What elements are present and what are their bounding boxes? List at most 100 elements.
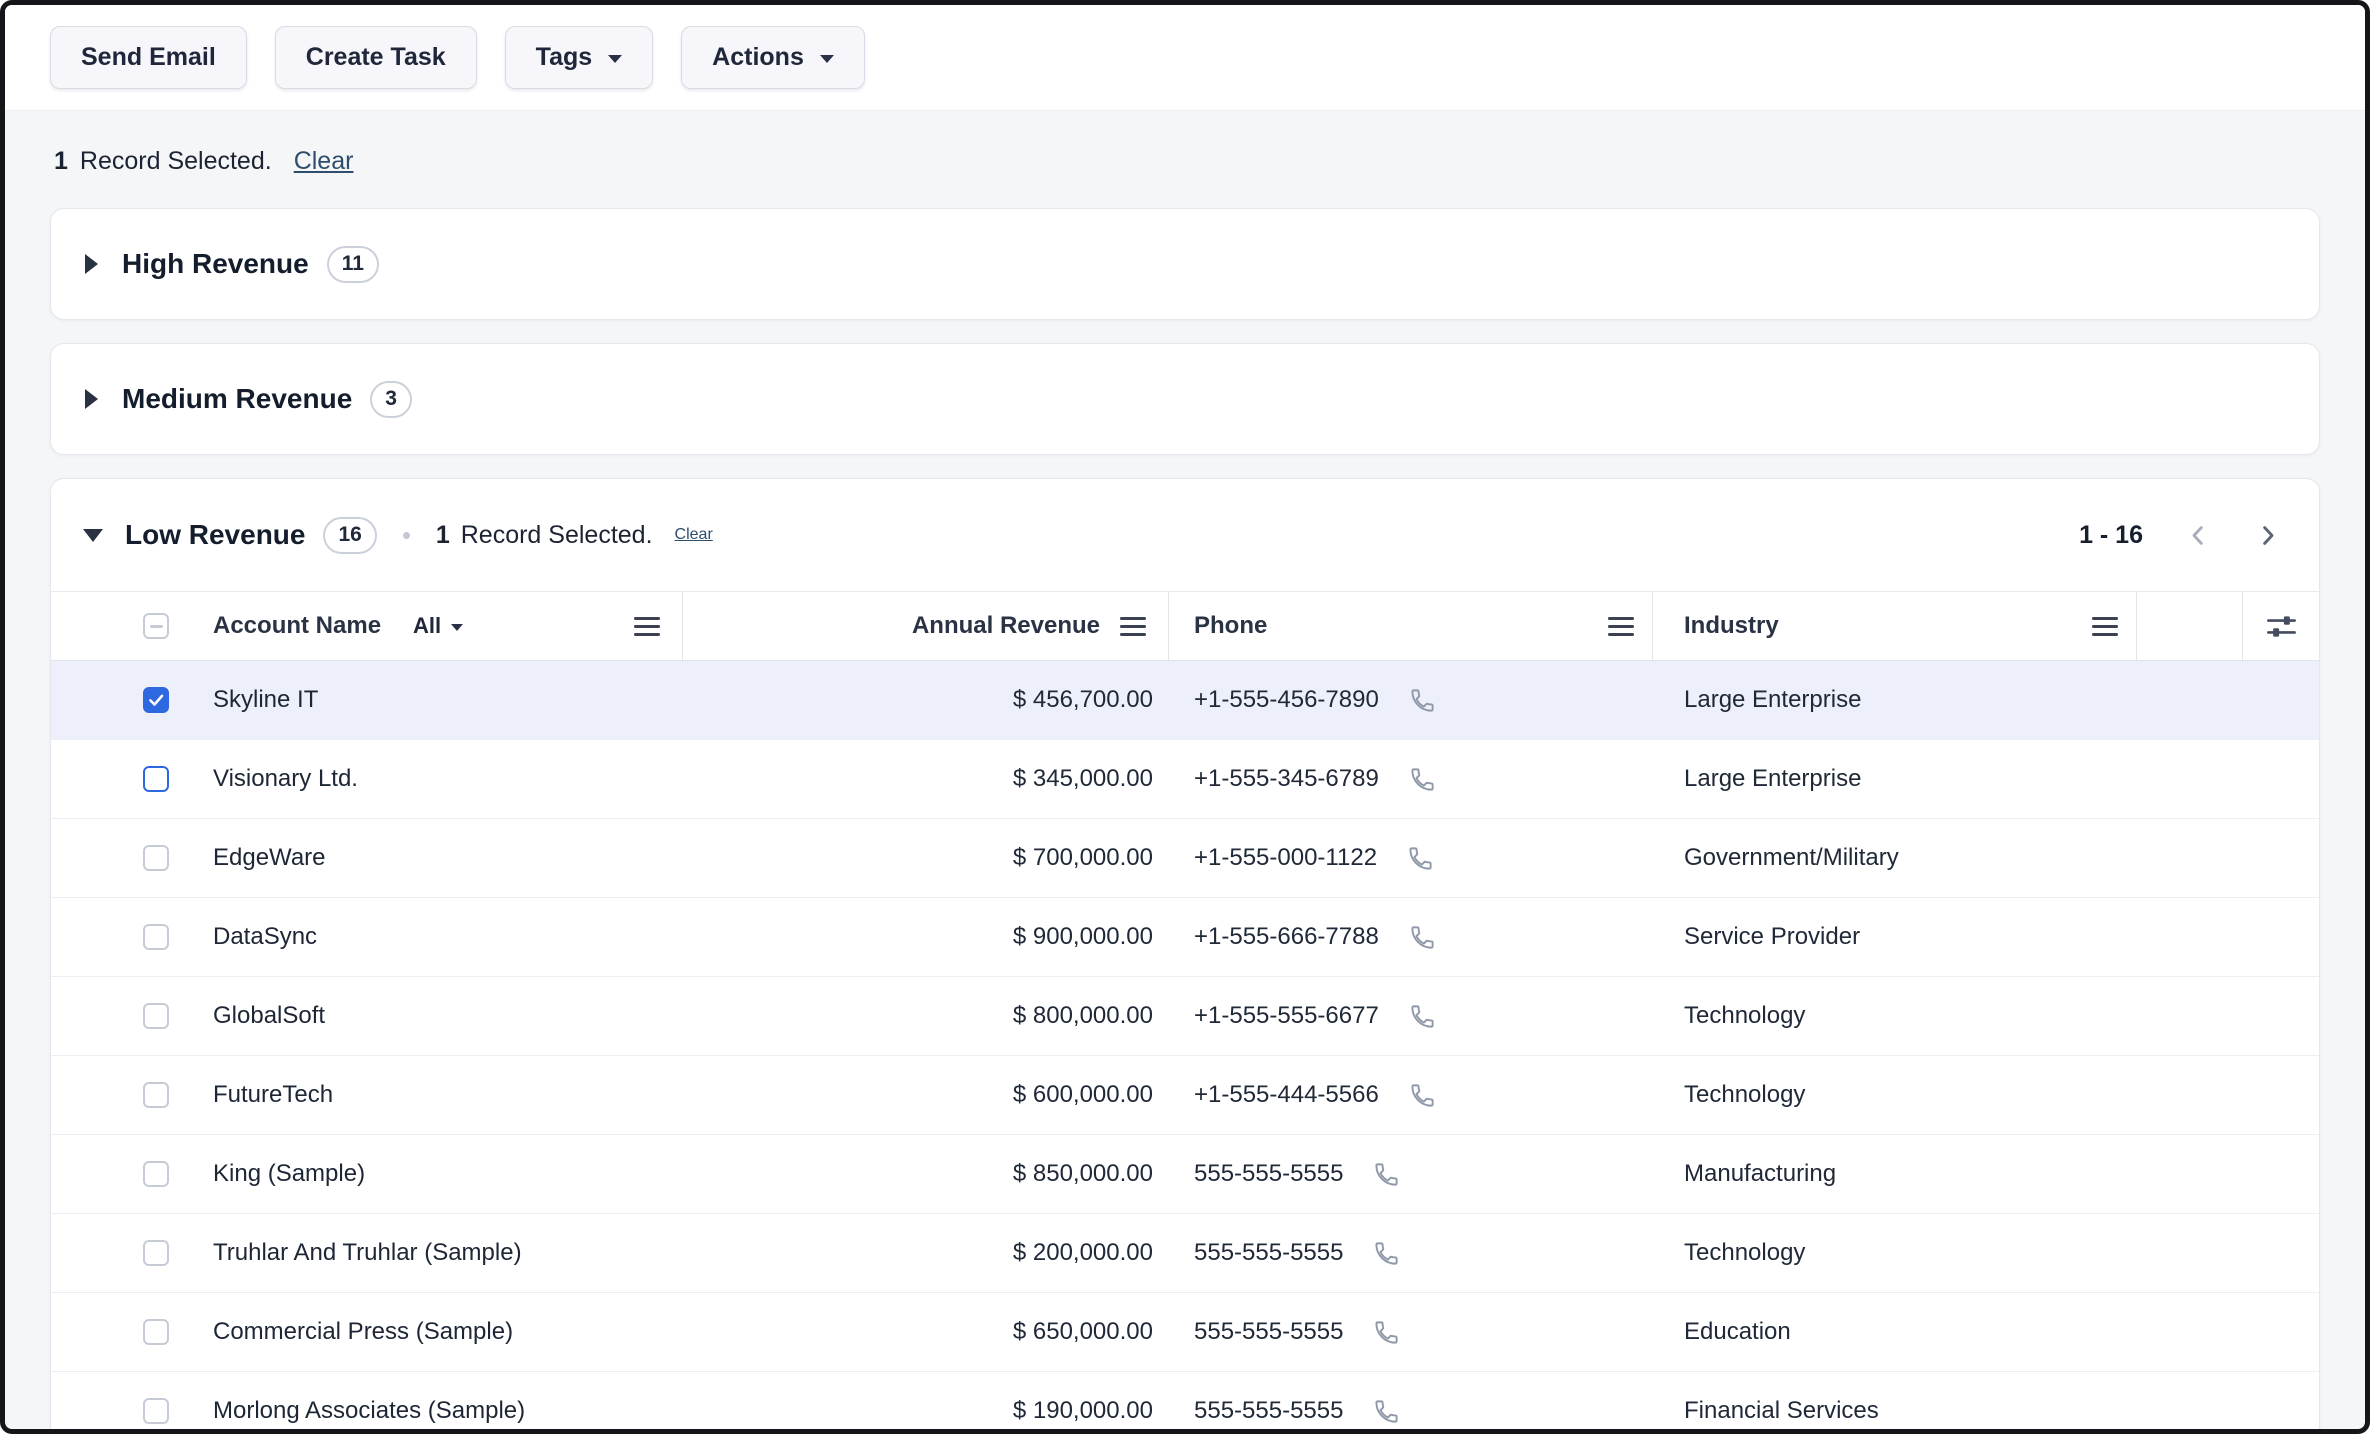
industry-cell: Manufacturing <box>1653 1135 2137 1213</box>
account-name-cell[interactable]: Visionary Ltd. <box>169 740 683 818</box>
account-name-cell[interactable]: EdgeWare <box>169 819 683 897</box>
phone-number: 555-555-5555 <box>1194 1318 1343 1346</box>
phone-icon[interactable] <box>1409 1003 1436 1030</box>
empty-cell <box>2137 740 2243 818</box>
actions-label: Actions <box>712 43 804 72</box>
group-count-badge: 16 <box>323 517 376 554</box>
table-header: Account Name All Annual Revenue Phone <box>51 591 2319 661</box>
row-checkbox[interactable] <box>143 845 169 871</box>
column-menu-icon[interactable] <box>1120 625 1146 628</box>
phone-cell: 555-555-5555 <box>1169 1135 1653 1213</box>
actions-button[interactable]: Actions <box>681 26 865 89</box>
column-menu-icon[interactable] <box>634 625 660 628</box>
group-selected-text: Record Selected. <box>461 521 653 550</box>
phone-icon[interactable] <box>1373 1319 1400 1346</box>
phone-number: 555-555-5555 <box>1194 1397 1343 1425</box>
table-row[interactable]: Skyline IT $ 456,700.00 +1-555-456-7890 … <box>51 661 2319 740</box>
next-page-icon[interactable] <box>2254 522 2281 549</box>
table-row[interactable]: EdgeWare $ 700,000.00 +1-555-000-1122 Go… <box>51 819 2319 898</box>
row-checkbox[interactable] <box>143 924 169 950</box>
row-checkbox[interactable] <box>143 1161 169 1187</box>
phone-icon[interactable] <box>1373 1161 1400 1188</box>
phone-cell: +1-555-456-7890 <box>1169 661 1653 739</box>
chevron-down-icon <box>451 624 463 631</box>
table-row[interactable]: GlobalSoft $ 800,000.00 +1-555-555-6677 … <box>51 977 2319 1056</box>
annual-revenue-cell: $ 190,000.00 <box>683 1372 1169 1429</box>
table-row[interactable]: FutureTech $ 600,000.00 +1-555-444-5566 … <box>51 1056 2319 1135</box>
column-header-industry: Industry <box>1684 612 1779 640</box>
row-checkbox[interactable] <box>143 1319 169 1345</box>
column-menu-icon[interactable] <box>2092 625 2118 628</box>
account-name-cell[interactable]: Commercial Press (Sample) <box>169 1293 683 1371</box>
table-row[interactable]: Morlong Associates (Sample) $ 190,000.00… <box>51 1372 2319 1429</box>
group-clear-selection-link[interactable]: Clear <box>675 526 713 544</box>
select-all-checkbox[interactable] <box>143 613 169 639</box>
table-row[interactable]: Commercial Press (Sample) $ 650,000.00 5… <box>51 1293 2319 1372</box>
empty-cell <box>2137 661 2243 739</box>
account-name-cell[interactable]: FutureTech <box>169 1056 683 1134</box>
tags-button[interactable]: Tags <box>505 26 654 89</box>
row-checkbox[interactable] <box>143 687 169 713</box>
pagination-range: 1 - 16 <box>2079 521 2143 550</box>
account-name-cell[interactable]: GlobalSoft <box>169 977 683 1055</box>
column-menu-icon[interactable] <box>1608 625 1634 628</box>
phone-icon[interactable] <box>1373 1398 1400 1425</box>
expand-arrow-icon[interactable] <box>85 389 98 409</box>
industry-cell: Technology <box>1653 977 2137 1055</box>
chevron-down-icon <box>608 55 622 63</box>
phone-icon[interactable] <box>1409 1082 1436 1109</box>
account-filter-dropdown[interactable]: All <box>413 613 463 639</box>
empty-cell <box>2243 740 2319 818</box>
table-row[interactable]: King (Sample) $ 850,000.00 555-555-5555 … <box>51 1135 2319 1214</box>
annual-revenue-cell: $ 200,000.00 <box>683 1214 1169 1292</box>
chevron-down-icon <box>820 55 834 63</box>
expand-arrow-icon[interactable] <box>85 254 98 274</box>
collapse-arrow-icon[interactable] <box>83 529 103 542</box>
account-name-cell[interactable]: King (Sample) <box>169 1135 683 1213</box>
phone-number: +1-555-456-7890 <box>1194 686 1379 714</box>
account-name-cell[interactable]: Morlong Associates (Sample) <box>169 1372 683 1429</box>
row-checkbox[interactable] <box>143 1003 169 1029</box>
phone-number: 555-555-5555 <box>1194 1160 1343 1188</box>
account-name-cell[interactable]: DataSync <box>169 898 683 976</box>
pagination: 1 - 16 <box>2079 521 2281 550</box>
table-row[interactable]: DataSync $ 900,000.00 +1-555-666-7788 Se… <box>51 898 2319 977</box>
industry-cell: Education <box>1653 1293 2137 1371</box>
empty-cell <box>2243 1214 2319 1292</box>
empty-cell <box>2243 1293 2319 1371</box>
empty-cell <box>2137 1372 2243 1429</box>
group-title: High Revenue <box>122 248 309 280</box>
annual-revenue-cell: $ 900,000.00 <box>683 898 1169 976</box>
phone-icon[interactable] <box>1409 924 1436 951</box>
group-selected-count: 1 <box>436 521 450 550</box>
annual-revenue-cell: $ 345,000.00 <box>683 740 1169 818</box>
send-email-button[interactable]: Send Email <box>50 26 247 89</box>
clear-selection-link[interactable]: Clear <box>294 147 354 176</box>
phone-icon[interactable] <box>1407 845 1434 872</box>
table-row[interactable]: Visionary Ltd. $ 345,000.00 +1-555-345-6… <box>51 740 2319 819</box>
previous-page-icon[interactable] <box>2185 522 2212 549</box>
row-checkbox[interactable] <box>143 1082 169 1108</box>
annual-revenue-cell: $ 700,000.00 <box>683 819 1169 897</box>
row-checkbox[interactable] <box>143 1398 169 1424</box>
group-medium-revenue[interactable]: Medium Revenue 3 <box>50 343 2320 455</box>
phone-icon[interactable] <box>1373 1240 1400 1267</box>
account-name-cell[interactable]: Truhlar And Truhlar (Sample) <box>169 1214 683 1292</box>
column-settings-icon[interactable] <box>2243 592 2319 660</box>
phone-icon[interactable] <box>1409 687 1436 714</box>
annual-revenue-cell: $ 850,000.00 <box>683 1135 1169 1213</box>
create-task-label: Create Task <box>306 43 446 72</box>
empty-cell <box>2137 1214 2243 1292</box>
row-checkbox[interactable] <box>143 766 169 792</box>
phone-cell: +1-555-666-7788 <box>1169 898 1653 976</box>
phone-number: +1-555-555-6677 <box>1194 1002 1379 1030</box>
account-name-cell[interactable]: Skyline IT <box>169 661 683 739</box>
industry-cell: Financial Services <box>1653 1372 2137 1429</box>
create-task-button[interactable]: Create Task <box>275 26 477 89</box>
row-checkbox[interactable] <box>143 1240 169 1266</box>
group-high-revenue[interactable]: High Revenue 11 <box>50 208 2320 320</box>
column-header-account-name: Account Name <box>213 612 381 640</box>
phone-icon[interactable] <box>1409 766 1436 793</box>
empty-header-cell <box>2137 592 2243 660</box>
table-row[interactable]: Truhlar And Truhlar (Sample) $ 200,000.0… <box>51 1214 2319 1293</box>
